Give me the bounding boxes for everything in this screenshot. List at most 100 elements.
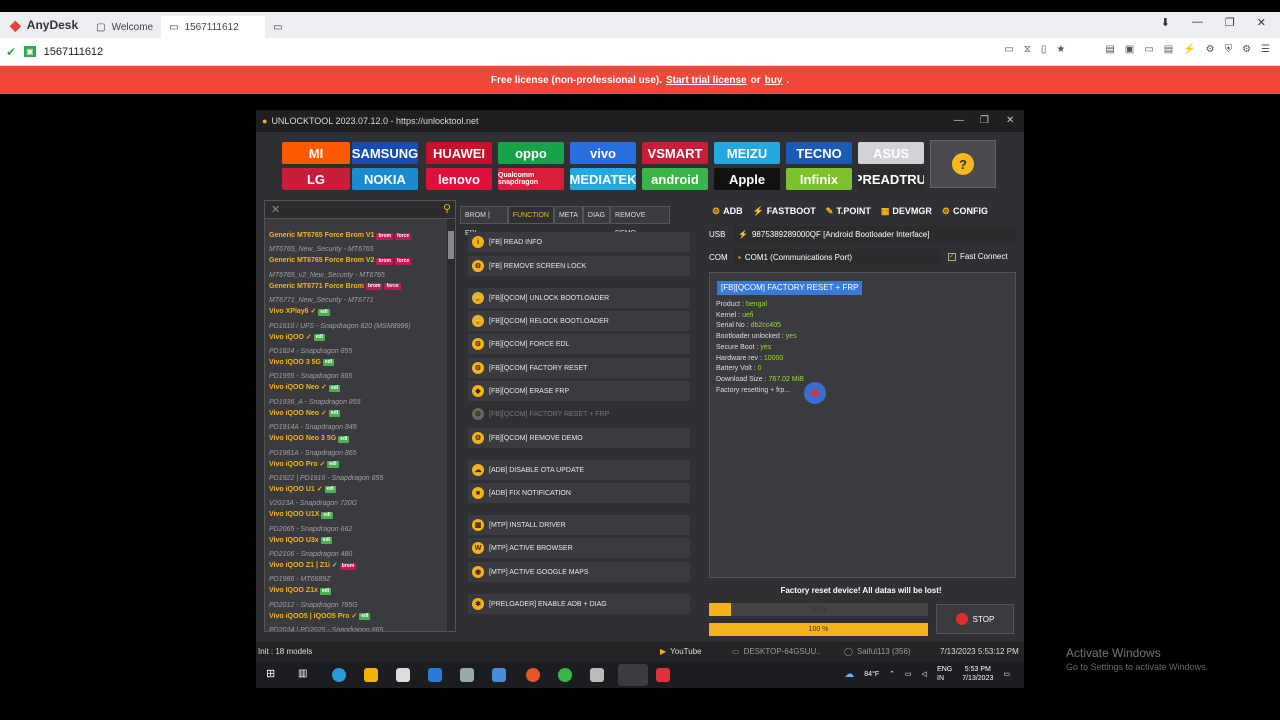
notification-icon[interactable]: ▭	[1003, 670, 1010, 678]
right-tab[interactable]: ▦ DEVMGR	[881, 206, 932, 217]
brand-button[interactable]: oppo	[498, 142, 564, 164]
fast-connect-checkbox[interactable]: ✓ Fast Connect	[948, 252, 1008, 261]
firefox-icon[interactable]	[526, 668, 540, 682]
list-item[interactable]: V2023A - Snapdragon 720G Vivo IQOO U1X edl	[265, 498, 455, 523]
function-button[interactable]: 🔓 [FB][QCOM] UNLOCK BOOTLOADER	[468, 288, 690, 308]
hourglass-icon[interactable]: ⧖	[1024, 44, 1031, 55]
right-tab[interactable]: ⚡ FASTBOOT	[753, 206, 816, 217]
anydesk-task-icon[interactable]	[656, 668, 670, 682]
address-text[interactable]: 1567111612	[44, 46, 104, 58]
brand-button[interactable]: HUAWEI	[426, 142, 492, 164]
brand-button[interactable]: MEDIATEK	[570, 168, 636, 190]
gear-icon[interactable]: ⚙	[1206, 44, 1215, 55]
app-icon[interactable]	[460, 668, 474, 682]
function-button[interactable]: ⚙ [FB][QCOM] FORCE EDL	[468, 334, 690, 354]
brand-button[interactable]: Qualcomm snapdragon	[498, 168, 564, 190]
tab-welcome[interactable]: ▢ Welcome	[88, 16, 161, 38]
brand-button[interactable]: SPREADTRUM	[858, 168, 924, 190]
file-icon[interactable]: ▯	[1041, 44, 1047, 55]
network-icon[interactable]: ▭	[905, 670, 912, 678]
help-button[interactable]: ?	[930, 140, 996, 188]
chrome-icon[interactable]	[558, 668, 572, 682]
function-button[interactable]: ⚙ [FB][QCOM] FACTORY RESET + FRP	[468, 404, 690, 424]
chat2-icon[interactable]: ▤	[1164, 44, 1173, 55]
scrollbar-thumb[interactable]	[448, 231, 454, 259]
function-button[interactable]: ⚙ [FB][QCOM] REMOVE DEMO	[468, 428, 690, 448]
function-tab[interactable]: BROM | EDL	[460, 206, 508, 237]
function-button[interactable]: ⚙ [FB] REMOVE SCREEN LOCK	[468, 256, 690, 276]
monitor-icon[interactable]: ▭	[1144, 44, 1153, 55]
list-item[interactable]: PD2106 - Snapdragon 480 Vivo iQOO Z1 | Z1…	[265, 549, 455, 574]
list-item[interactable]: PD1610 / UFS - Snapdragon 820 (MSM8996) V…	[265, 321, 455, 346]
task-view-icon[interactable]: ▥	[298, 668, 312, 682]
store-icon[interactable]	[396, 668, 410, 682]
list-item[interactable]: PD1922 | PD1916 - Snapdragon 855 Vivo iQO…	[265, 473, 455, 498]
search-icon[interactable]: ⚲	[443, 202, 451, 215]
function-button[interactable]: ▦ [MTP] INSTALL DRIVER	[468, 515, 690, 535]
brand-button[interactable]: android	[642, 168, 708, 190]
anydesk-menu-icon[interactable]: ⬇	[1161, 16, 1170, 29]
display-icon[interactable]: ▣	[1125, 44, 1134, 55]
function-tab[interactable]: META	[553, 206, 583, 224]
brand-button[interactable]: LG	[282, 168, 350, 190]
list-item[interactable]: MT6765_New_Security - MT6765 Generic MT67…	[265, 244, 455, 269]
brand-button[interactable]: SAMSUNG	[352, 142, 418, 164]
brand-button[interactable]: Apple	[714, 168, 780, 190]
brand-button[interactable]: vivo	[570, 142, 636, 164]
brand-button[interactable]: MI	[282, 142, 350, 164]
document-icon[interactable]: ▤	[1105, 44, 1114, 55]
function-tab[interactable]: DIAG	[582, 206, 611, 224]
mail-icon[interactable]	[428, 668, 442, 682]
function-button[interactable]: ✱ [PRELOADER] ENABLE ADB + DIAG	[468, 594, 690, 614]
brand-button[interactable]: NOKIA	[352, 168, 418, 190]
star-icon[interactable]: ★	[1056, 44, 1065, 55]
usb-select[interactable]: ⚡ 9875389289000QF [Android Bootloader Int…	[734, 226, 1016, 242]
brand-button[interactable]: VSMART	[642, 142, 708, 164]
list-item[interactable]: PD1986 - MT6889Z Vivo IQOO Z1x edl	[265, 574, 455, 599]
function-button[interactable]: ■ [ADB] FIX NOTIFICATION	[468, 483, 690, 503]
network-app-icon[interactable]	[492, 668, 506, 682]
brand-button[interactable]: ASUS	[858, 142, 924, 164]
maximize-button[interactable]: ❐	[1225, 16, 1235, 29]
settings-icon[interactable]: ⚙	[1242, 44, 1251, 55]
list-item[interactable]: MT6771_New_Security - MT6771 Vivo XPlay6 …	[265, 295, 455, 320]
ut-restore-button[interactable]: ❐	[980, 115, 989, 126]
function-button[interactable]: ⚙ [FB][QCOM] FACTORY RESET	[468, 358, 690, 378]
function-tab[interactable]: FUNCTION	[507, 206, 554, 224]
list-item[interactable]: PD2065 - Snapdragon 662 Vivo IQOO U3x edl	[265, 524, 455, 549]
function-button[interactable]: ◉ [MTP] ACTIVE GOOGLE MAPS	[468, 562, 690, 582]
start-trial-link[interactable]: Start trial license	[666, 75, 747, 86]
menu-icon[interactable]: ☰	[1261, 44, 1270, 55]
brand-button[interactable]: Infinix	[786, 168, 852, 190]
function-tab[interactable]: REMOVE DEMO	[610, 206, 670, 237]
model-search-input[interactable]: ✕ ⚲	[265, 201, 455, 219]
tab-session[interactable]: ▭ 1567111612	[161, 16, 266, 38]
close-button[interactable]: ✕	[1257, 16, 1266, 29]
list-item[interactable]: PD1914A - Snapdragon 845 Vivo IQOO Neo 3 …	[265, 422, 455, 447]
ut-minimize-button[interactable]: —	[954, 115, 964, 126]
list-item[interactable]: PD2024 | PD2025 - Snapdragon 865	[265, 625, 455, 631]
list-scrollbar[interactable]	[447, 219, 455, 631]
clock[interactable]: 5:53 PM 7/13/2023	[962, 665, 993, 683]
new-tab-button[interactable]: ▭	[265, 16, 290, 38]
right-tab[interactable]: ⚙ CONFIG	[942, 206, 988, 217]
chevron-up-icon[interactable]: ⌃	[889, 670, 895, 678]
list-item[interactable]: PD1824 - Snapdragon 855 Vivo IQOO 3 5G edl	[265, 346, 455, 371]
checkbox-icon[interactable]: ✓	[948, 252, 956, 261]
function-button[interactable]: i [FB] READ INFO	[468, 232, 690, 252]
list-item[interactable]: PD1955 - Snapdragon 865 Vivo iQOO Neo ✓ ed…	[265, 371, 455, 396]
list-item[interactable]: PD2012 - Snapdragon 765G Vivo iQOO5 | iQO…	[265, 600, 455, 625]
youtube-link[interactable]: ▶ YouTube	[660, 647, 702, 656]
list-item[interactable]: PD1936_A - Snapdragon 855 Vivo iQOO Neo ✓…	[265, 397, 455, 422]
brand-button[interactable]: TECNO	[786, 142, 852, 164]
list-item[interactable]: MT6765_v2_New_Security - MT6765 Generic M…	[265, 270, 455, 295]
clear-icon[interactable]: ✕	[271, 203, 280, 216]
brand-button[interactable]: lenovo	[426, 168, 492, 190]
stop-button[interactable]: STOP	[936, 604, 1014, 634]
shield-icon[interactable]: ⛨	[1225, 44, 1233, 55]
list-item[interactable]: PD1981A - Snapdragon 865 Vivo iQOO Pro ✓ e…	[265, 448, 455, 473]
right-tab[interactable]: ✎ T.POINT	[826, 206, 871, 217]
minimize-button[interactable]: —	[1192, 16, 1203, 29]
edge-icon[interactable]	[332, 668, 346, 682]
buy-link[interactable]: buy	[765, 75, 783, 86]
